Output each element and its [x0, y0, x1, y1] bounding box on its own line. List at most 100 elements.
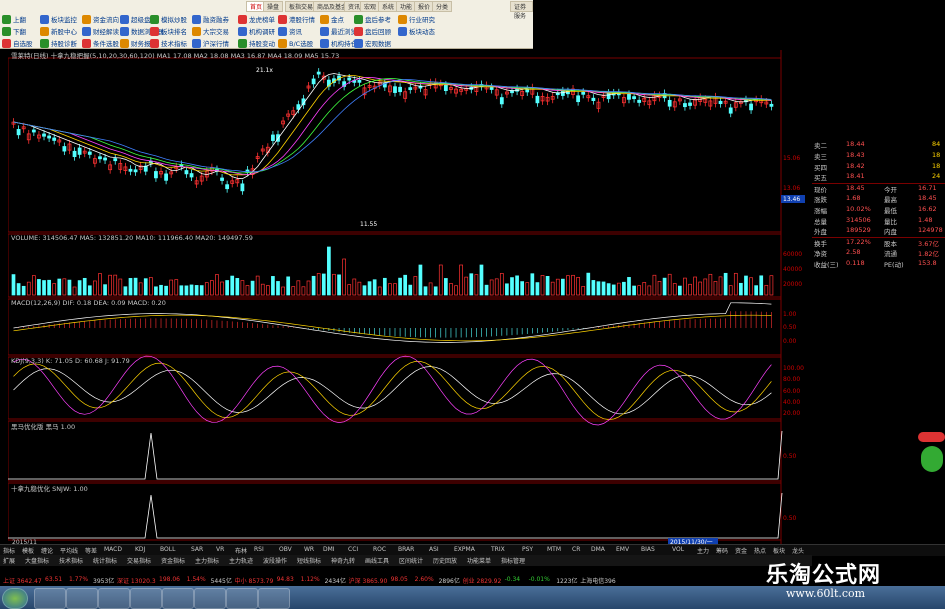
func-item[interactable]: CR [572, 546, 580, 553]
history-icon [320, 26, 329, 36]
tab-item[interactable]: 画线工具 [365, 556, 389, 565]
func-item[interactable]: WR [304, 546, 314, 553]
tab-item[interactable]: 区间统计 [399, 556, 423, 565]
mascot-icon[interactable] [918, 432, 945, 480]
func-item[interactable]: DMA [591, 546, 605, 553]
taskbar-app-explorer[interactable] [66, 588, 98, 609]
func-item[interactable]: EMV [616, 546, 629, 553]
volume-bar [199, 285, 204, 296]
toolbar-button-31[interactable]: 板块动态 [398, 24, 435, 38]
toolbar-button-20[interactable]: 持股变动 [238, 36, 275, 50]
func-item[interactable]: VOL [672, 546, 684, 553]
volume-bar [377, 286, 382, 296]
tab-item[interactable]: 历史回放 [433, 556, 457, 565]
taskbar-app-settings[interactable] [194, 588, 226, 609]
pane-border [7, 57, 782, 233]
toolbar-button-2[interactable]: 自选股 [2, 36, 33, 50]
tab-item[interactable]: 交易指标 [127, 556, 151, 565]
toolbar-button-label: 行业研究 [409, 16, 435, 24]
tab-item[interactable]: 扩展 [3, 556, 15, 565]
toolbar-tab-1[interactable]: 操盘 [263, 1, 284, 12]
candle [72, 150, 77, 158]
tab-item[interactable]: 统计指标 [93, 556, 117, 565]
toolbar-button-23[interactable]: B/C选股 [278, 36, 313, 50]
func-item[interactable]: 模板 [22, 546, 34, 555]
volume-bar [464, 276, 469, 296]
func-item[interactable]: 筹码 [716, 546, 728, 555]
taskbar-app-stock[interactable] [226, 588, 258, 609]
indicator-tab-bar[interactable]: 扩展 大盘指标 技术指标 统计指标 交易指标 资金指标 主力指标 主力轨迹 波段操作 短线指标 神奇… [0, 555, 812, 566]
func-item[interactable]: RSI [254, 546, 264, 553]
func-item[interactable]: 主力 [697, 546, 709, 555]
toolbar-tab-7[interactable]: 功能 [396, 1, 417, 12]
func-item[interactable]: BRAR [398, 546, 414, 553]
tab-item[interactable]: 神奇九转 [331, 556, 355, 565]
func-item[interactable]: PSY [522, 546, 533, 553]
func-item[interactable]: EXPMA [454, 546, 475, 553]
market-icon [192, 38, 201, 48]
taskbar-app-media[interactable] [98, 588, 130, 609]
func-item[interactable]: 资金 [735, 546, 747, 555]
func-item[interactable]: MTM [547, 546, 561, 553]
func-item[interactable]: 等差 [85, 546, 97, 555]
start-button[interactable] [2, 588, 28, 609]
func-item[interactable]: KDJ [135, 546, 145, 553]
toolbar-button-5[interactable]: 持股诊断 [40, 36, 77, 50]
taskbar-app-tool[interactable] [162, 588, 194, 609]
func-item[interactable]: MACD [104, 546, 122, 553]
tab-item[interactable]: 主力轨迹 [229, 556, 253, 565]
quote-label2: 股本 [884, 240, 897, 249]
tab-item[interactable]: 指标管理 [501, 556, 525, 565]
toolbar-tab-10[interactable]: 证券服务 [510, 1, 533, 20]
quote-row: 涨幅 10.02% 最低 16.62 [812, 205, 945, 215]
taskbar-app-other[interactable] [258, 588, 290, 609]
kline-chart[interactable]: 15.06 13.06 60000 40000 20000 1.00 0.50 0.00 100… [7, 50, 811, 546]
func-item[interactable]: BOLL [160, 546, 175, 553]
candle [718, 100, 723, 105]
toolbar-button-26[interactable]: 机构持仓 [320, 36, 357, 50]
func-item[interactable]: 指标 [3, 546, 15, 555]
tab-item[interactable]: 波段操作 [263, 556, 287, 565]
toolbar-button-17[interactable]: 沪深行情 [192, 36, 229, 50]
volume-bar [428, 282, 433, 296]
func-item[interactable]: ASI [429, 546, 439, 553]
quote-label2: 内盘 [884, 228, 897, 237]
bc-icon [278, 38, 287, 48]
toolbar-tab-5[interactable]: 宏观 [360, 1, 381, 12]
toolbar-button-29[interactable]: 宏观数据 [354, 36, 391, 50]
toolbar-tab-9[interactable]: 分类 [432, 1, 453, 12]
volume-bar [561, 278, 565, 296]
volume-bar [688, 283, 692, 296]
index-item: 5445亿 [210, 578, 232, 585]
taskbar-app-ie[interactable] [34, 588, 66, 609]
tab-item[interactable]: 技术指标 [59, 556, 83, 565]
tab-item[interactable]: 短线指标 [297, 556, 321, 565]
toolbar-tab-8[interactable]: 报价 [414, 1, 435, 12]
func-item[interactable]: 缠论 [41, 546, 53, 555]
chart-canvas[interactable]: 15.06 13.06 60000 40000 20000 1.00 0.50 0.00 100… [7, 50, 811, 546]
candle [581, 91, 586, 95]
func-item[interactable]: 布林 [235, 546, 247, 555]
tab-item[interactable]: 资金指标 [161, 556, 185, 565]
func-item[interactable]: CCI [348, 546, 358, 553]
func-item[interactable]: 平均线 [60, 546, 78, 555]
toolbar-button-8[interactable]: 条件选股 [82, 36, 119, 50]
volume-bar [393, 283, 397, 296]
toolbar-tab-6[interactable]: 系统 [378, 1, 399, 12]
func-item[interactable]: DMI [323, 546, 335, 553]
func-item[interactable]: SAR [191, 546, 203, 553]
tab-item[interactable]: 大盘指标 [25, 556, 49, 565]
candle [220, 177, 224, 181]
quote-value2: 1.82亿 [918, 250, 939, 258]
func-item[interactable]: OBV [279, 546, 292, 553]
func-item[interactable]: TRIX [491, 546, 505, 553]
taskbar-app-word[interactable] [130, 588, 162, 609]
func-item[interactable]: BIAS [641, 546, 655, 553]
func-item[interactable]: VR [216, 546, 224, 553]
volume-bar [260, 283, 265, 296]
func-item[interactable]: ROC [373, 546, 386, 553]
quote-label2: PE(动) [884, 260, 904, 269]
toolbar-button-14[interactable]: 技术指标 [150, 36, 187, 50]
tab-item[interactable]: 主力指标 [195, 556, 219, 565]
tab-item[interactable]: 功能菜单 [467, 556, 491, 565]
